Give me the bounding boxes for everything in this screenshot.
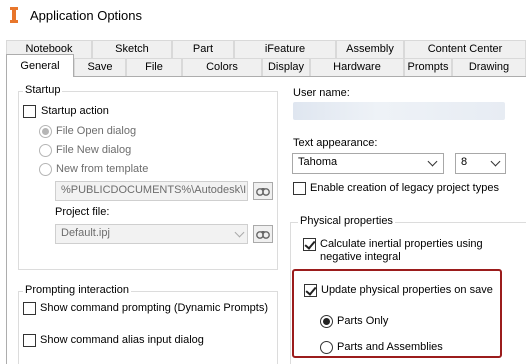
font-value: Tahoma	[298, 156, 338, 168]
update-on-save-checkbox[interactable]	[304, 284, 317, 297]
prompting-group-title: Prompting interaction	[23, 284, 131, 296]
parts-only-radio[interactable]	[320, 315, 333, 328]
inertial-properties-label-line2: negative integral	[320, 251, 401, 263]
legacy-project-types-label: Enable creation of legacy project types	[310, 182, 499, 194]
tab-sketch[interactable]: Sketch	[92, 40, 172, 58]
user-name-label: User name:	[293, 87, 350, 99]
tab-ifeature[interactable]: iFeature	[234, 40, 336, 58]
binoculars-icon	[256, 188, 270, 196]
tab-prompts[interactable]: Prompts	[404, 58, 452, 76]
parts-and-assemblies-radio[interactable]	[320, 341, 333, 354]
inertial-properties-label-line1: Calculate inertial properties using	[320, 238, 483, 250]
legacy-project-types-checkbox[interactable]	[293, 182, 306, 195]
tab-display[interactable]: Display	[262, 58, 310, 76]
tab-drawing[interactable]: Drawing	[452, 58, 526, 76]
font-combo[interactable]: Tahoma	[292, 153, 444, 174]
tab-file[interactable]: File	[126, 58, 182, 76]
chevron-down-icon	[427, 156, 438, 167]
alias-dialog-label: Show command alias input dialog	[40, 334, 204, 346]
project-browse-button[interactable]	[253, 225, 273, 243]
project-file-label: Project file:	[55, 206, 110, 218]
chevron-down-icon	[490, 156, 501, 167]
font-size-combo[interactable]: 8	[455, 153, 506, 174]
inertial-properties-checkbox[interactable]	[303, 238, 316, 251]
physical-properties-title: Physical properties	[298, 215, 395, 227]
file-open-dialog-radio[interactable]	[39, 125, 52, 138]
tab-hardware[interactable]: Hardware	[310, 58, 404, 76]
alias-dialog-checkbox[interactable]	[23, 334, 36, 347]
dynamic-prompts-checkbox[interactable]	[23, 302, 36, 315]
window-title: Application Options	[30, 8, 143, 23]
tab-assembly[interactable]: Assembly	[336, 40, 404, 58]
parts-and-assemblies-label: Parts and Assemblies	[337, 341, 443, 353]
user-name-field[interactable]	[293, 102, 505, 120]
tab-part[interactable]: Part	[172, 40, 234, 58]
chevron-down-icon	[234, 227, 245, 238]
font-size-value: 8	[461, 156, 468, 168]
startup-action-label: Startup action	[41, 105, 109, 117]
tab-content-center[interactable]: Content Center	[404, 40, 526, 58]
template-browse-button[interactable]	[253, 182, 273, 200]
template-path-field[interactable]: %PUBLICDOCUMENTS%\Autodesk\Inv	[55, 181, 248, 201]
startup-group-title: Startup	[23, 84, 63, 96]
project-file-combo[interactable]: Default.ipj	[55, 224, 248, 244]
title-bar: Application Options	[0, 0, 526, 31]
parts-only-label: Parts Only	[337, 315, 389, 327]
update-on-save-label: Update physical properties on save	[321, 284, 493, 296]
startup-action-checkbox[interactable]	[23, 105, 36, 118]
new-from-template-label: New from template	[56, 163, 149, 175]
text-appearance-label: Text appearance:	[293, 137, 378, 149]
tab-general[interactable]: General	[6, 54, 74, 77]
file-open-dialog-label: File Open dialog	[56, 125, 137, 137]
project-file-value: Default.ipj	[61, 227, 110, 239]
inventor-app-icon	[10, 7, 18, 23]
file-new-dialog-radio[interactable]	[39, 144, 52, 157]
tab-colors[interactable]: Colors	[182, 58, 262, 76]
binoculars-icon	[256, 231, 270, 239]
file-new-dialog-label: File New dialog	[56, 144, 132, 156]
new-from-template-radio[interactable]	[39, 163, 52, 176]
tab-save[interactable]: Save	[74, 58, 126, 76]
dynamic-prompts-label: Show command prompting (Dynamic Prompts)	[40, 302, 269, 314]
